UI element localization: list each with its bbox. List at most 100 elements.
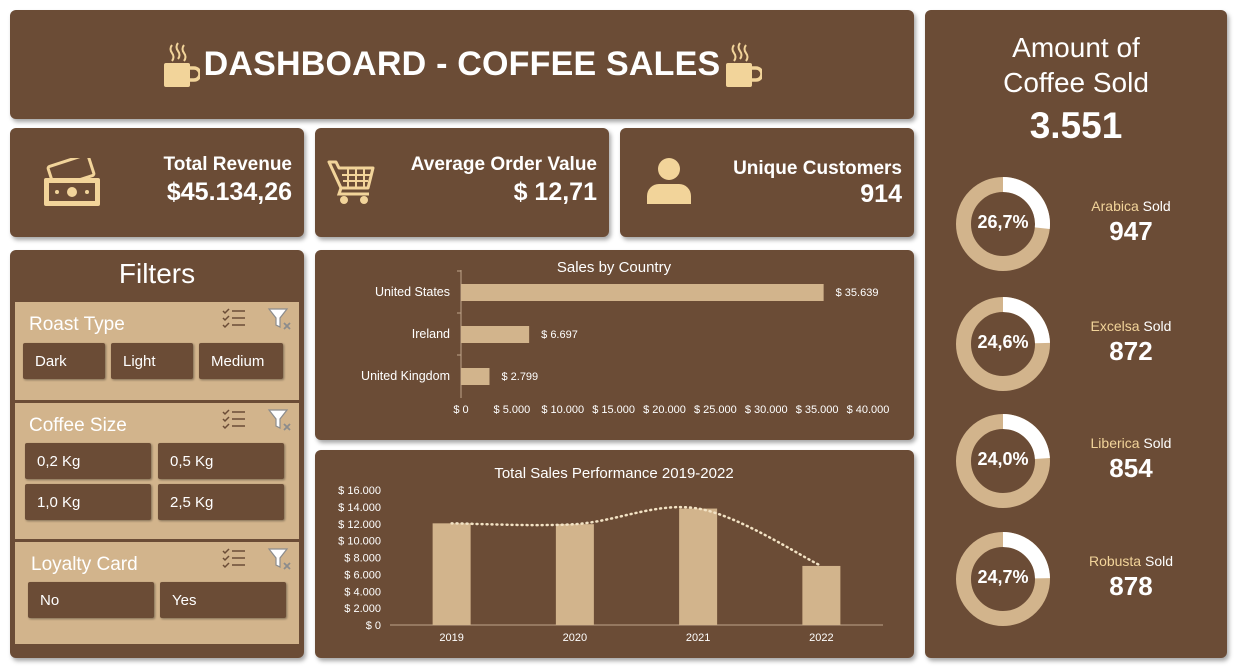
slicer-option-2-5kg[interactable]: 2,5 Kg	[158, 484, 284, 520]
clear-filter-icon[interactable]	[267, 546, 293, 572]
x-tick-label: 2021	[686, 632, 710, 644]
money-icon	[44, 158, 100, 206]
sales-performance-chart: Total Sales Performance 2019-2022 $ 0 $ 2.…	[315, 450, 914, 658]
slicer-loyalty-card: Loyalty Card No Yes	[15, 542, 299, 644]
shopping-cart-icon	[327, 160, 375, 204]
donut-percent: 24,0%	[977, 449, 1029, 469]
x-tick-label: 2022	[809, 632, 833, 644]
coffee-type-label: Robusta Sold	[1071, 553, 1191, 569]
amount-sold-panel: Amount of Coffee Sold 3.551 26,7% Arabica…	[925, 10, 1227, 658]
coffee-type-label: Arabica Sold	[1071, 198, 1191, 214]
x-tick-label: $ 20.000	[643, 404, 686, 416]
donut-excelsa: 24,6% Excelsa Sold 872	[953, 294, 1213, 394]
slicer-option-no[interactable]: No	[28, 582, 154, 618]
x-tick-label: 2020	[563, 632, 587, 644]
year-bar	[555, 524, 594, 625]
y-tick-label: $ 4.000	[344, 586, 381, 598]
slicer-title: Roast Type	[29, 314, 125, 335]
page-title: DASHBOARD - COFFEE SALES	[203, 45, 721, 83]
x-tick-label: $ 0	[453, 404, 468, 416]
amount-total: 3.551	[1029, 105, 1123, 146]
data-label: $ 35.639	[836, 287, 879, 299]
donut-percent: 26,7%	[977, 212, 1029, 232]
x-tick-label: 2019	[439, 632, 463, 644]
category-label: United States	[375, 285, 450, 299]
coffee-cup-icon	[163, 41, 200, 87]
amount-title-line2: Coffee Sold	[1003, 67, 1149, 98]
filters-panel: Filters Roast Type Dark Light Medium Cof…	[10, 250, 304, 658]
coffee-type-count: 878	[1109, 571, 1153, 601]
kpi-value: $45.134,26	[166, 178, 292, 206]
sold-word: Sold	[1138, 198, 1171, 214]
data-label: $ 6.697	[541, 329, 578, 341]
coffee-type-name: Liberica	[1090, 435, 1140, 451]
chart-title: Sales by Country	[557, 259, 672, 276]
y-tick-label: $ 0	[366, 620, 381, 632]
slicer-title: Coffee Size	[29, 415, 127, 436]
user-icon	[647, 158, 691, 204]
multi-select-icon[interactable]	[221, 306, 247, 332]
coffee-type-name: Arabica	[1091, 198, 1139, 214]
country-bar	[461, 284, 824, 301]
slicer-option-light[interactable]: Light	[111, 343, 193, 379]
x-tick-label: $ 30.000	[745, 404, 788, 416]
category-label: Ireland	[412, 327, 450, 341]
kpi-value: $ 12,71	[513, 178, 597, 206]
kpi-value: 914	[860, 180, 902, 208]
clear-filter-icon[interactable]	[267, 407, 293, 433]
y-tick-label: $ 2.000	[344, 603, 381, 615]
x-tick-label: $ 25.000	[694, 404, 737, 416]
donut-liberica: 24,0% Liberica Sold 854	[953, 411, 1213, 511]
coffee-type-count: 947	[1109, 216, 1153, 246]
coffee-type-count: 872	[1109, 336, 1153, 366]
country-bar	[461, 326, 530, 343]
x-tick-label: $ 15.000	[592, 404, 635, 416]
clear-filter-icon[interactable]	[267, 306, 293, 332]
x-tick-label: $ 35.000	[796, 404, 839, 416]
sales-by-country-chart: Sales by Country United States $ 35.639 Ire…	[315, 250, 914, 440]
kpi-label: Total Revenue	[163, 154, 292, 175]
slicer-option-yes[interactable]: Yes	[160, 582, 286, 618]
sold-word: Sold	[1141, 553, 1174, 569]
slicer-coffee-size: Coffee Size 0,2 Kg 0,5 Kg 1,0 Kg 2,5 Kg	[15, 403, 299, 539]
y-tick-label: $ 10.000	[338, 536, 381, 548]
kpi-average-order-value: Average Order Value $ 12,71	[315, 128, 609, 237]
year-bar	[802, 565, 841, 625]
amount-title-line1: Amount of	[1012, 32, 1140, 63]
category-label: United Kingdom	[361, 369, 450, 383]
coffee-type-label: Excelsa Sold	[1071, 318, 1191, 334]
slicer-option-1-0kg[interactable]: 1,0 Kg	[25, 484, 151, 520]
coffee-type-count: 854	[1109, 453, 1153, 483]
kpi-total-revenue: Total Revenue $45.134,26	[10, 128, 304, 237]
multi-select-icon[interactable]	[221, 407, 247, 433]
year-bar	[679, 508, 718, 625]
performance-bar-chart: Total Sales Performance 2019-2022 $ 0 $ 2.…	[338, 465, 883, 644]
y-tick-label: $ 6.000	[344, 569, 381, 581]
filters-title: Filters	[118, 258, 196, 289]
country-bar	[461, 368, 490, 385]
slicer-option-0-5kg[interactable]: 0,5 Kg	[158, 443, 284, 479]
y-tick-label: $ 12.000	[338, 519, 381, 531]
y-tick-label: $ 14.000	[338, 502, 381, 514]
coffee-type-label: Liberica Sold	[1071, 435, 1191, 451]
multi-select-icon[interactable]	[221, 546, 247, 572]
y-tick-label: $ 16.000	[338, 485, 381, 497]
y-tick-label: $ 8.000	[344, 553, 381, 565]
donut-percent: 24,6%	[977, 332, 1029, 352]
x-tick-label: $ 10.000	[541, 404, 584, 416]
coffee-type-name: Robusta	[1088, 553, 1142, 569]
donut-arabica: 26,7% Arabica Sold 947	[953, 174, 1213, 274]
slicer-option-dark[interactable]: Dark	[23, 343, 105, 379]
title-panel: DASHBOARD - COFFEE SALES	[10, 10, 914, 119]
donut-robusta: 24,7% Robusta Sold 878	[953, 529, 1213, 629]
sold-word: Sold	[1139, 435, 1172, 451]
sold-word: Sold	[1139, 318, 1172, 334]
amount-title: Amount of Coffee Sold	[925, 30, 1227, 100]
slicer-option-medium[interactable]: Medium	[199, 343, 283, 379]
chart-title: Total Sales Performance 2019-2022	[494, 465, 733, 482]
kpi-label: Unique Customers	[733, 158, 902, 179]
country-bar-chart: Sales by Country United States $ 35.639 Ire…	[361, 259, 889, 416]
slicer-title: Loyalty Card	[31, 554, 138, 575]
slicer-roast-type: Roast Type Dark Light Medium	[15, 302, 299, 400]
slicer-option-0-2kg[interactable]: 0,2 Kg	[25, 443, 151, 479]
